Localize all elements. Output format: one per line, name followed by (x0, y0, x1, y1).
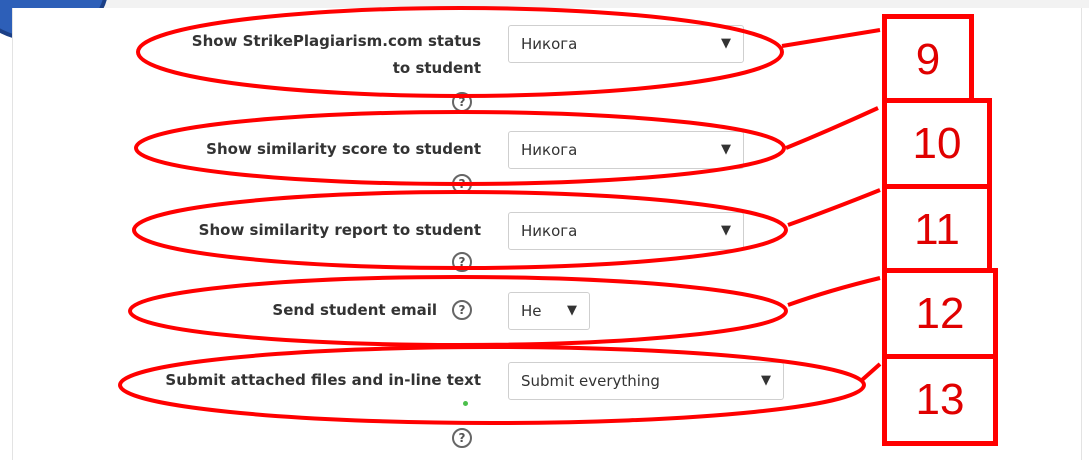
similarity-report-select-value: Никога (521, 222, 578, 240)
chevron-down-icon: ▼ (761, 373, 771, 388)
label-similarity-report: Show similarity report to student (198, 221, 481, 239)
annotation-number-12: 12 (882, 268, 998, 360)
annotation-number-10: 10 (882, 98, 992, 190)
annotation-number-9: 9 (882, 14, 974, 106)
status-select-value: Никога (521, 35, 578, 53)
help-icon[interactable]: ? (452, 92, 472, 112)
label-send-email: Send student email (272, 301, 437, 319)
label-status-line2: to student (392, 59, 481, 77)
annotation-number-11: 11 (882, 184, 992, 276)
help-icon[interactable]: ? (452, 252, 472, 272)
label-submit-files: Submit attached files and in-line text (165, 371, 481, 389)
top-strip (0, 0, 1089, 8)
help-icon[interactable]: ? (452, 428, 472, 448)
label-similarity-score: Show similarity score to student (206, 140, 481, 158)
similarity-score-select[interactable]: Никога ▼ (508, 131, 744, 169)
help-icon[interactable]: ? (452, 174, 472, 194)
annotation-number-13: 13 (882, 354, 998, 446)
chevron-down-icon: ▼ (721, 223, 731, 238)
chevron-down-icon: ▼ (567, 303, 577, 318)
similarity-report-select[interactable]: Никога ▼ (508, 212, 744, 250)
status-select[interactable]: Никога ▼ (508, 25, 744, 63)
send-email-select[interactable]: Не ▼ (508, 292, 590, 330)
chevron-down-icon: ▼ (721, 36, 731, 51)
send-email-select-value: Не (521, 302, 542, 320)
help-icon[interactable]: ? (452, 300, 472, 320)
chevron-down-icon: ▼ (721, 142, 731, 157)
submit-files-select-value: Submit everything (521, 372, 660, 390)
submit-files-select[interactable]: Submit everything ▼ (508, 362, 784, 400)
similarity-score-select-value: Никога (521, 141, 578, 159)
status-dot (463, 401, 468, 406)
label-status-line1: Show StrikePlagiarism.com status (191, 32, 481, 50)
